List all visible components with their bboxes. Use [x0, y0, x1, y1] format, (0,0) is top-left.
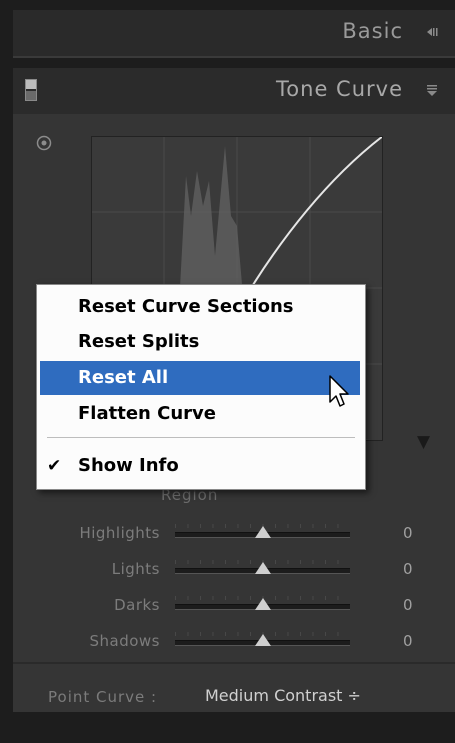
- collapse-left-icon[interactable]: [425, 25, 439, 39]
- menu-item-show-info[interactable]: Show Info: [40, 449, 360, 483]
- mouse-pointer-icon: [329, 375, 349, 407]
- context-menu: Reset Curve Sections Reset Splits Reset …: [36, 284, 366, 490]
- menu-item-reset-curve-sections[interactable]: Reset Curve Sections: [40, 290, 360, 324]
- point-curve-label: Point Curve :: [48, 688, 158, 706]
- shadows-slider-row: Shadows 0: [13, 628, 455, 656]
- menu-item-flatten-curve[interactable]: Flatten Curve: [40, 397, 360, 431]
- slider-value[interactable]: 0: [403, 596, 413, 614]
- panel-toggle-switch[interactable]: [25, 79, 37, 101]
- slider-thumb[interactable]: [254, 562, 271, 574]
- darks-slider-row: Darks 0: [13, 592, 455, 620]
- tone-curve-panel-title: Tone Curve: [276, 77, 403, 101]
- point-curve-select[interactable]: Medium Contrast ÷: [205, 686, 361, 705]
- menu-separator: [47, 437, 355, 438]
- slider-thumb[interactable]: [254, 526, 271, 538]
- collapse-down-icon[interactable]: [425, 83, 439, 97]
- lightroom-panel: Basic Tone Curve ▼ Region Highlights 0 L…: [0, 0, 455, 743]
- target-adjustment-icon[interactable]: [35, 134, 53, 152]
- basic-panel-title: Basic: [342, 19, 403, 43]
- highlights-slider-row: Highlights 0: [13, 520, 455, 548]
- slider-value[interactable]: 0: [403, 560, 413, 578]
- lights-slider-row: Lights 0: [13, 556, 455, 584]
- menu-item-reset-all[interactable]: Reset All: [40, 361, 360, 395]
- menu-item-reset-splits[interactable]: Reset Splits: [40, 325, 360, 359]
- slider-label: Lights: [111, 560, 160, 578]
- slider-thumb[interactable]: [254, 634, 271, 646]
- slider-label: Darks: [114, 596, 160, 614]
- slider-label: Shadows: [89, 632, 160, 650]
- slider-value[interactable]: 0: [403, 632, 413, 650]
- basic-panel-header[interactable]: Basic: [13, 10, 455, 58]
- divider: [13, 662, 455, 664]
- split-point-handle-icon[interactable]: ▼: [417, 432, 430, 452]
- slider-value[interactable]: 0: [403, 524, 413, 542]
- slider-thumb[interactable]: [254, 598, 271, 610]
- slider-label: Highlights: [79, 524, 160, 542]
- tone-curve-panel-header[interactable]: Tone Curve: [13, 68, 455, 114]
